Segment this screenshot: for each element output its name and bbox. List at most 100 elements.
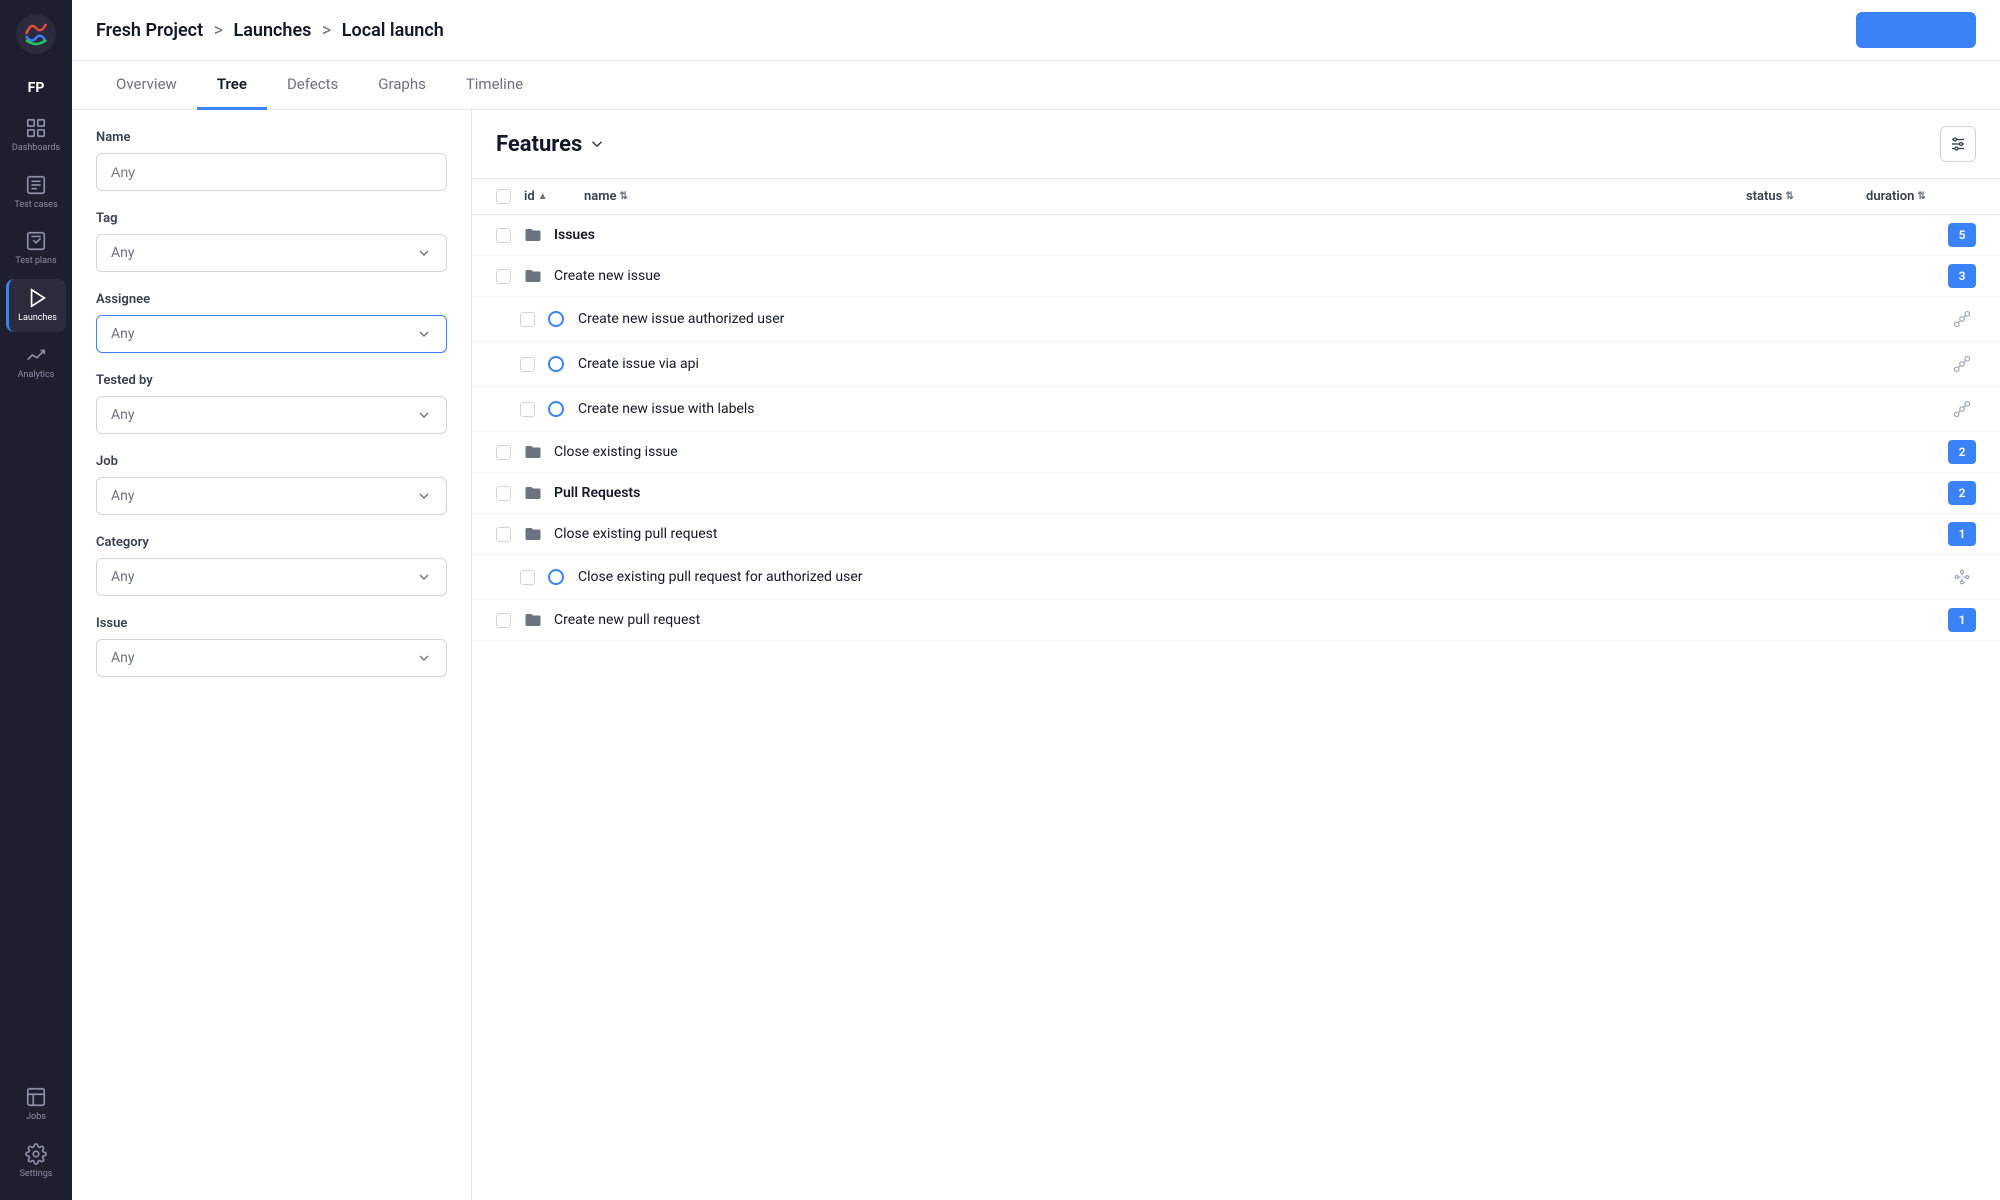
close-existing-pr-badge: 1	[1948, 522, 1976, 546]
filter-name-input[interactable]	[96, 153, 447, 191]
create-new-issue-checkbox-cell	[496, 269, 524, 284]
sidebar-item-jobs[interactable]: Jobs	[6, 1078, 66, 1131]
sidebar-item-fp[interactable]: FP	[6, 72, 66, 105]
breadcrumb-project[interactable]: Fresh Project	[96, 20, 203, 41]
test-row-create-issue-via-api[interactable]: Create issue via api	[472, 342, 2000, 387]
test-row-create-new-issue-with-labels[interactable]: Create new issue with labels	[472, 387, 2000, 432]
folder-row-create-new-pr[interactable]: Create new pull request 1	[472, 600, 2000, 641]
header-action-button[interactable]	[1856, 12, 1976, 48]
create-issue-via-api-action[interactable]	[1948, 350, 1976, 378]
close-pr-auth-action[interactable]	[1948, 563, 1976, 591]
filter-category-label: Category	[96, 535, 447, 550]
filter-tag-select[interactable]: Any	[96, 234, 447, 272]
issues-checkbox[interactable]	[496, 228, 511, 243]
close-existing-pr-checkbox-cell	[496, 527, 524, 542]
close-pr-auth-name: Close existing pull request for authoriz…	[578, 569, 1948, 585]
close-existing-pr-checkbox[interactable]	[496, 527, 511, 542]
col-header-id[interactable]: id ▲	[524, 189, 584, 204]
tab-bar: Overview Tree Defects Graphs Timeline	[72, 61, 2000, 110]
pull-requests-checkbox[interactable]	[496, 486, 511, 501]
create-new-issue-labels-action[interactable]	[1948, 395, 1976, 423]
sort-id-icon: ▲	[538, 191, 548, 202]
tab-graphs[interactable]: Graphs	[358, 61, 446, 110]
table-header: id ▲ name ⇅ status ⇅ duration ⇅	[472, 179, 2000, 215]
sidebar-item-test-cases[interactable]: Test cases	[6, 166, 66, 219]
create-new-issue-name: Create new issue	[554, 268, 1948, 284]
chevron-down-icon	[416, 569, 432, 585]
create-new-issue-labels-checkbox-cell	[520, 402, 548, 417]
filter-panel: Name Tag Any Assignee Any Tested by	[72, 110, 472, 1200]
test-row-close-pr-authorized[interactable]: Close existing pull request for authoriz…	[472, 555, 2000, 600]
pull-requests-group-name: Pull Requests	[554, 485, 1948, 501]
column-filter-button[interactable]	[1940, 126, 1976, 162]
create-issue-via-api-checkbox[interactable]	[520, 357, 535, 372]
col-header-status[interactable]: status ⇅	[1746, 189, 1866, 204]
header-checkbox-cell	[496, 189, 524, 204]
filter-category-value: Any	[111, 569, 135, 585]
filter-assignee-select[interactable]: Any	[96, 315, 447, 353]
content-area: Name Tag Any Assignee Any Tested by	[72, 110, 2000, 1200]
features-title-text: Features	[496, 132, 582, 157]
filter-category-select[interactable]: Any	[96, 558, 447, 596]
group-row-pull-requests[interactable]: Pull Requests 2	[472, 473, 2000, 514]
tab-tree[interactable]: Tree	[197, 61, 267, 110]
filter-tested-by-group: Tested by Any	[96, 373, 447, 434]
filter-name-label: Name	[96, 130, 447, 145]
sort-status-icon: ⇅	[1785, 191, 1793, 202]
breadcrumb-current: Local launch	[342, 20, 444, 41]
col-header-name[interactable]: name ⇅	[584, 189, 1746, 204]
filter-tested-by-select[interactable]: Any	[96, 396, 447, 434]
tab-timeline[interactable]: Timeline	[446, 61, 543, 110]
col-header-duration[interactable]: duration ⇅	[1866, 189, 1976, 204]
create-new-issue-auth-checkbox[interactable]	[520, 312, 535, 327]
close-pr-auth-checkbox[interactable]	[520, 570, 535, 585]
fp-label: FP	[28, 80, 45, 97]
folder-row-close-existing-issue[interactable]: Close existing issue 2	[472, 432, 2000, 473]
test-row-create-new-issue-authorized[interactable]: Create new issue authorized user	[472, 297, 2000, 342]
close-pr-auth-checkbox-cell	[520, 570, 548, 585]
tab-overview[interactable]: Overview	[96, 61, 197, 110]
tree-area: Features	[472, 110, 2000, 1200]
app-logo[interactable]	[14, 12, 58, 56]
features-header: Features	[472, 110, 2000, 179]
create-new-issue-labels-checkbox[interactable]	[520, 402, 535, 417]
sidebar-item-test-plans-label: Test plans	[15, 256, 56, 267]
filter-category-group: Category Any	[96, 535, 447, 596]
create-new-issue-auth-checkbox-cell	[520, 312, 548, 327]
group-row-issues[interactable]: Issues 5	[472, 215, 2000, 256]
issues-folder-icon	[524, 226, 550, 244]
filter-tested-by-value: Any	[111, 407, 135, 423]
breadcrumb-sep2: >	[322, 20, 331, 41]
folder-row-create-new-issue[interactable]: Create new issue 3	[472, 256, 2000, 297]
sidebar-item-test-plans[interactable]: Test plans	[6, 222, 66, 275]
create-new-pr-name: Create new pull request	[554, 612, 1948, 628]
main-content: Fresh Project > Launches > Local launch …	[72, 0, 2000, 1200]
pull-requests-badge: 2	[1948, 481, 1976, 505]
create-new-issue-auth-name: Create new issue authorized user	[578, 311, 1948, 327]
sidebar-item-analytics[interactable]: Analytics	[6, 336, 66, 389]
filter-tested-by-label: Tested by	[96, 373, 447, 388]
sidebar-item-launches[interactable]: Launches	[6, 279, 66, 332]
filter-job-value: Any	[111, 488, 135, 504]
filter-issue-label: Issue	[96, 616, 447, 631]
folder-row-close-existing-pr[interactable]: Close existing pull request 1	[472, 514, 2000, 555]
create-new-issue-checkbox[interactable]	[496, 269, 511, 284]
tab-defects[interactable]: Defects	[267, 61, 358, 110]
breadcrumb: Fresh Project > Launches > Local launch	[96, 20, 444, 41]
close-existing-issue-name: Close existing issue	[554, 444, 1948, 460]
breadcrumb-sep1: >	[214, 20, 223, 41]
sidebar-item-settings[interactable]: Settings	[6, 1135, 66, 1188]
create-new-pr-folder-icon	[524, 611, 550, 629]
create-new-pr-checkbox[interactable]	[496, 613, 511, 628]
breadcrumb-launches[interactable]: Launches	[234, 20, 312, 41]
create-issue-via-api-circle-icon	[548, 356, 574, 372]
close-existing-issue-checkbox[interactable]	[496, 445, 511, 460]
create-new-issue-labels-name: Create new issue with labels	[578, 401, 1948, 417]
filter-columns-icon	[1949, 135, 1967, 153]
select-all-checkbox[interactable]	[496, 189, 511, 204]
sidebar-item-dashboards[interactable]: Dashboards	[6, 109, 66, 162]
filter-issue-select[interactable]: Any	[96, 639, 447, 677]
filter-job-select[interactable]: Any	[96, 477, 447, 515]
features-title[interactable]: Features	[496, 132, 606, 157]
create-new-issue-auth-action[interactable]	[1948, 305, 1976, 333]
